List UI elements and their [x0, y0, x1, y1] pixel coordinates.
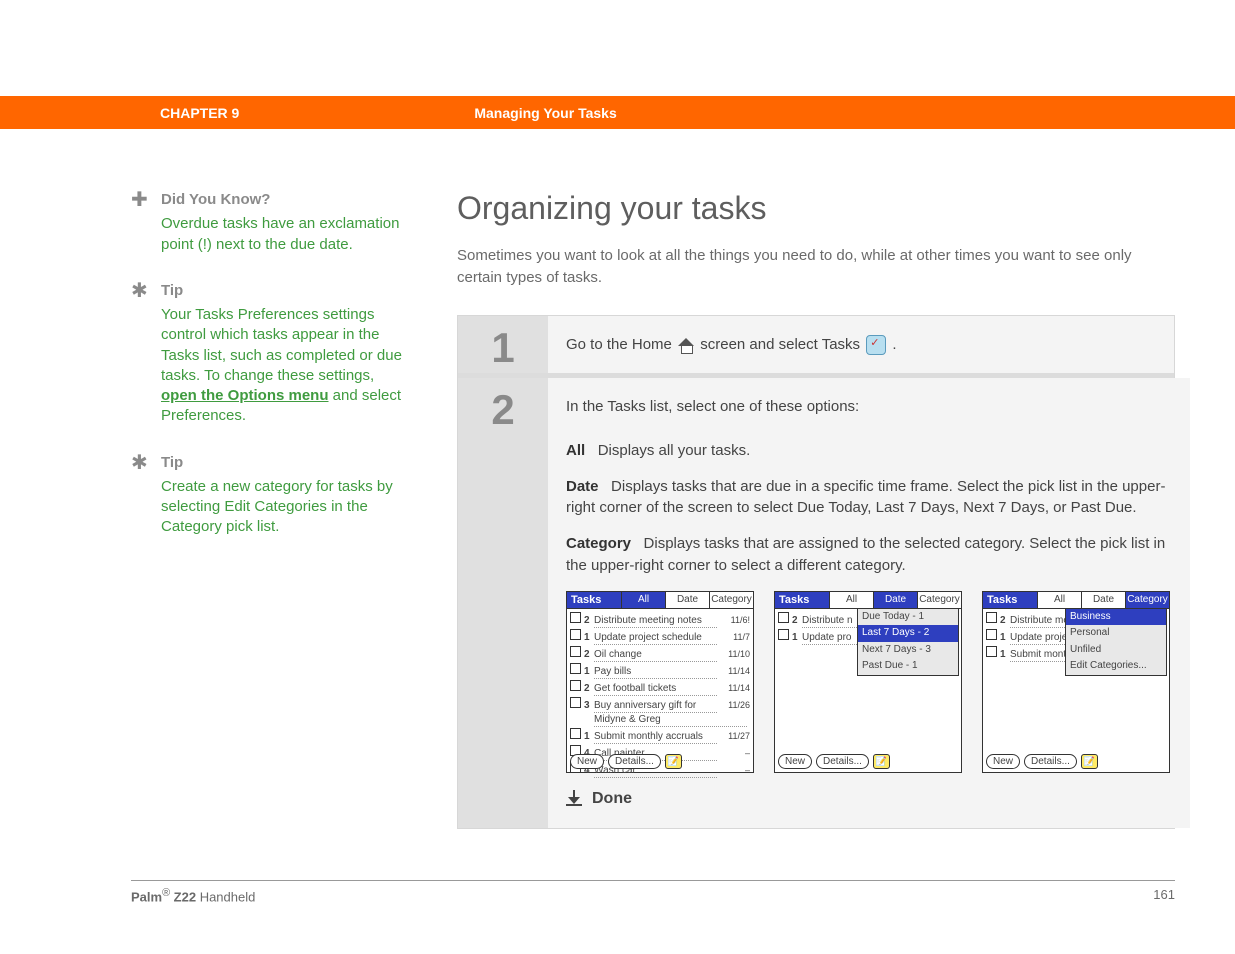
step1-text-b: screen and select Tasks	[700, 336, 864, 353]
new-button[interactable]: New	[570, 754, 604, 769]
tasks-app-icon	[866, 335, 886, 355]
palm-title: Tasks	[983, 592, 1037, 608]
footer-brand: Palm	[131, 889, 162, 904]
dropdown-item[interactable]: Personal	[1066, 625, 1166, 642]
did-you-know-label: Did You Know?	[161, 190, 411, 210]
tab-category[interactable]: Category	[917, 592, 961, 608]
asterisk-icon: ✱	[131, 453, 148, 473]
tab-category[interactable]: Category	[709, 592, 753, 608]
option-all: All Displays all your tasks.	[566, 440, 1170, 462]
option-category: Category Displays tasks that are assigne…	[566, 533, 1170, 577]
new-button[interactable]: New	[986, 754, 1020, 769]
task-row[interactable]: 2Get football tickets11/14	[570, 679, 750, 696]
asterisk-icon: ✱	[131, 281, 148, 301]
dropdown-item[interactable]: Next 7 Days - 3	[858, 642, 958, 659]
step1-text-a: Go to the Home	[566, 336, 676, 353]
palm-screen-category: Tasks All Date Category 2Distribute mee1…	[982, 591, 1170, 773]
option-date-name: Date	[566, 478, 599, 495]
footer: Palm® Z22 Handheld 161	[131, 880, 1175, 904]
tab-all[interactable]: All	[621, 592, 665, 608]
option-category-desc: Displays tasks that are assigned to the …	[566, 535, 1165, 574]
steps-container: 1 Go to the Home screen and select Tasks…	[457, 315, 1175, 829]
step-1-number: 1	[458, 316, 548, 374]
tab-date[interactable]: Date	[665, 592, 709, 608]
done-label: Done	[592, 787, 632, 810]
home-icon	[678, 338, 694, 352]
tip2-label: Tip	[161, 453, 411, 473]
dropdown-item[interactable]: Unfiled	[1066, 642, 1166, 659]
dropdown-item[interactable]: Business	[1066, 609, 1166, 626]
dropdown-item[interactable]: Past Due - 1	[858, 658, 958, 675]
tip1-pre: Your Tasks Preferences settings control …	[161, 306, 402, 384]
chapter-label: CHAPTER 9	[160, 105, 239, 121]
step2-lead: In the Tasks list, select one of these o…	[566, 396, 1170, 418]
palm-title: Tasks	[567, 592, 621, 608]
details-button[interactable]: Details...	[1024, 754, 1077, 769]
footer-left: Palm® Z22 Handheld	[131, 887, 255, 904]
footer-registered: ®	[162, 887, 170, 899]
palm-screen-date: Tasks All Date Category 2Distribute n1Up…	[774, 591, 962, 773]
new-button[interactable]: New	[778, 754, 812, 769]
dropdown-item[interactable]: Edit Categories...	[1066, 658, 1166, 675]
note-icon[interactable]: 📝	[873, 754, 890, 769]
task-row[interactable]: Midyne & Greg	[570, 713, 750, 727]
task-row[interactable]: 3Buy anniversary gift for11/26	[570, 696, 750, 713]
intro-text: Sometimes you want to look at all the th…	[457, 245, 1175, 289]
dropdown-item[interactable]: Due Today - 1	[858, 609, 958, 626]
tip1-label: Tip	[161, 281, 411, 301]
tab-category[interactable]: Category	[1125, 592, 1169, 608]
step-2-body: In the Tasks list, select one of these o…	[548, 378, 1190, 827]
task-row[interactable]: 1Submit monthly accruals11/27	[570, 727, 750, 744]
details-button[interactable]: Details...	[608, 754, 661, 769]
open-options-link[interactable]: open the Options menu	[161, 387, 329, 404]
details-button[interactable]: Details...	[816, 754, 869, 769]
task-row[interactable]: 1Pay bills11/14	[570, 662, 750, 679]
dropdown-item[interactable]: Last 7 Days - 2	[858, 625, 958, 642]
header-bar: CHAPTER 9 Managing Your Tasks	[0, 96, 1235, 129]
task-row[interactable]: 2Oil change11/10	[570, 645, 750, 662]
step1-text-c: .	[892, 336, 896, 353]
tip1-body: Your Tasks Preferences settings control …	[161, 305, 411, 427]
header-title: Managing Your Tasks	[474, 105, 616, 121]
tab-date[interactable]: Date	[873, 592, 917, 608]
note-icon[interactable]: 📝	[665, 754, 682, 769]
option-all-desc: Displays all your tasks.	[598, 442, 751, 459]
option-all-name: All	[566, 442, 585, 459]
page-number: 161	[1153, 887, 1175, 904]
option-date-desc: Displays tasks that are due in a specifi…	[566, 478, 1165, 517]
step-1: 1 Go to the Home screen and select Tasks…	[458, 316, 1174, 379]
step-2: 2 In the Tasks list, select one of these…	[458, 378, 1174, 827]
option-date: Date Displays tasks that are due in a sp…	[566, 476, 1170, 520]
task-row[interactable]: 2Distribute meeting notes11/6!	[570, 611, 750, 628]
plus-icon: ✚	[131, 190, 148, 210]
option-category-name: Category	[566, 535, 631, 552]
tip2-body: Create a new category for tasks by selec…	[161, 477, 411, 538]
step-2-number: 2	[458, 378, 548, 827]
down-arrow-icon	[566, 790, 582, 806]
task-row[interactable]: 1Update project schedule11/7	[570, 628, 750, 645]
footer-model: Z22	[170, 889, 196, 904]
palm-screen-all: Tasks All Date Category 2Distribute meet…	[566, 591, 754, 773]
screenshots-row: Tasks All Date Category 2Distribute meet…	[566, 591, 1170, 773]
date-dropdown[interactable]: Due Today - 1Last 7 Days - 2Next 7 Days …	[857, 608, 959, 676]
main: Organizing your tasks Sometimes you want…	[457, 190, 1175, 829]
step-1-body: Go to the Home screen and select Tasks .	[548, 316, 1174, 374]
tab-all[interactable]: All	[829, 592, 873, 608]
tab-all[interactable]: All	[1037, 592, 1081, 608]
footer-device: Handheld	[196, 889, 255, 904]
palm-title: Tasks	[775, 592, 829, 608]
category-dropdown[interactable]: BusinessPersonalUnfiledEdit Categories..…	[1065, 608, 1167, 676]
sidebar: ✚ Did You Know? Overdue tasks have an ex…	[131, 190, 411, 564]
did-you-know-body: Overdue tasks have an exclamation point …	[161, 214, 411, 255]
page-title: Organizing your tasks	[457, 190, 1175, 227]
tab-date[interactable]: Date	[1081, 592, 1125, 608]
done-row: Done	[566, 787, 1170, 810]
note-icon[interactable]: 📝	[1081, 754, 1098, 769]
